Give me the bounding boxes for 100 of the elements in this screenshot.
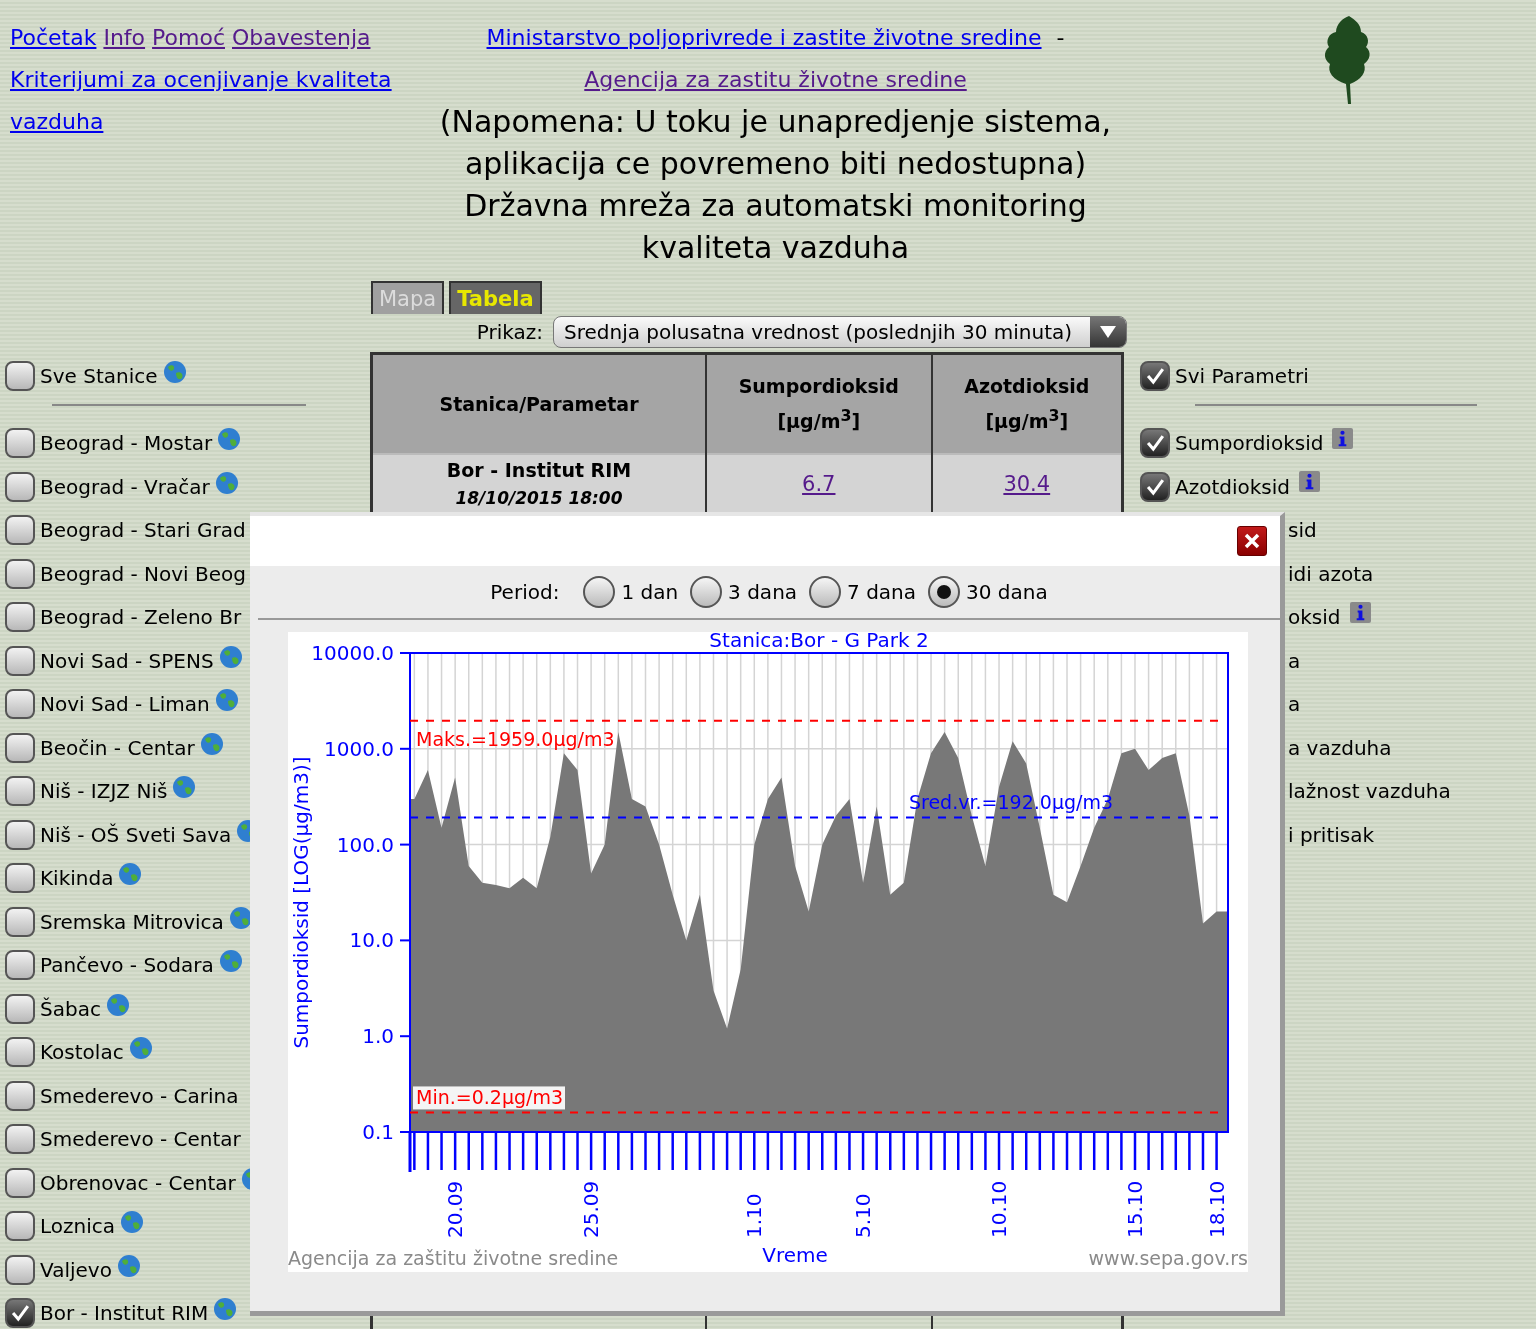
- radio-label: 3 dana: [728, 580, 798, 604]
- chart-title: Stanica:Bor - G Park 2: [709, 632, 929, 652]
- checkbox[interactable]: [5, 1167, 35, 1198]
- checkbox[interactable]: [1140, 428, 1170, 459]
- radio-label: 30 dana: [966, 580, 1048, 604]
- station-label: Sve Stanice: [40, 363, 158, 388]
- parameter-label: Azotdioksid: [1175, 474, 1290, 499]
- checkbox[interactable]: [5, 776, 35, 807]
- globe-icon[interactable]: [118, 862, 143, 887]
- checkbox[interactable]: [5, 471, 35, 502]
- display-label: Prikaz:: [476, 320, 543, 344]
- value-link[interactable]: 30.4: [1003, 472, 1051, 496]
- checkbox[interactable]: [5, 1298, 35, 1329]
- checkbox[interactable]: [5, 1254, 35, 1285]
- checkbox[interactable]: [5, 428, 35, 459]
- info-icon[interactable]: [1299, 471, 1320, 493]
- checkbox[interactable]: [5, 950, 35, 981]
- period-label: Period:: [490, 580, 560, 604]
- station-label: Beograd - Stari Grad: [40, 518, 246, 543]
- globe-icon[interactable]: [217, 427, 242, 452]
- reference-label: Sred.vr.=192.0μg/m3: [909, 791, 1114, 814]
- separator-text: -: [1056, 25, 1065, 50]
- globe-icon[interactable]: [199, 731, 224, 756]
- checkbox[interactable]: [5, 1037, 35, 1068]
- timestamp: 18/10/2015 18:00: [454, 487, 624, 510]
- checkbox[interactable]: [5, 689, 35, 720]
- radio-button[interactable]: [583, 576, 616, 608]
- globe-icon[interactable]: [214, 688, 239, 713]
- close-button[interactable]: [1237, 526, 1267, 556]
- checkbox[interactable]: [5, 360, 35, 391]
- parameter-label: a: [1288, 692, 1301, 717]
- station-label: Bor - Institut RIM: [40, 1301, 209, 1326]
- parameter-label: lažnost vazduha: [1288, 779, 1451, 804]
- station-label: Beočin - Centar: [40, 735, 195, 760]
- parameter-label: a vazduha: [1288, 735, 1392, 760]
- radio-label: 7 dana: [847, 580, 917, 604]
- y-tick-label: 1000.0: [324, 736, 394, 761]
- nav-link[interactable]: Kriterijumi za ocenjivanje kvaliteta vazduha: [10, 59, 398, 143]
- globe-icon[interactable]: [116, 1253, 141, 1278]
- globe-icon[interactable]: [214, 470, 239, 495]
- info-icon[interactable]: [1332, 427, 1354, 449]
- y-tick-label: 10.0: [349, 928, 394, 953]
- display-select[interactable]: Srednja polusatna vrednost (poslednjih 30 minuta): [553, 316, 1127, 348]
- globe-icon[interactable]: [228, 905, 253, 930]
- column-header: Stanica/Parametar: [371, 353, 706, 454]
- radio-button[interactable]: [809, 576, 842, 608]
- checkbox[interactable]: [5, 645, 35, 676]
- parameter-label: Sumpordioksid: [1175, 431, 1324, 456]
- checkbox[interactable]: [5, 863, 35, 894]
- checkbox[interactable]: [5, 515, 35, 546]
- website-text: www.sepa.gov.rs: [1088, 1247, 1248, 1269]
- globe-icon[interactable]: [218, 644, 243, 669]
- page-title: Državna mreža za automatski monitoring kvaliteta vazduha: [463, 187, 1088, 267]
- station-label: Valjevo: [40, 1257, 112, 1282]
- y-axis-label: Sumpordioksid [LOG(μg/m3)]: [289, 756, 313, 1049]
- parameter-label: i pritisak: [1288, 822, 1375, 847]
- globe-icon[interactable]: [218, 949, 243, 974]
- value-link[interactable]: 6.7: [802, 472, 836, 496]
- checkbox[interactable]: [5, 558, 35, 589]
- globe-icon[interactable]: [128, 1036, 153, 1061]
- nav-link[interactable]: Info: [103, 17, 146, 59]
- checkbox[interactable]: [5, 732, 35, 763]
- checkbox[interactable]: [5, 1080, 35, 1111]
- x-tick-label: 18.10: [1204, 1180, 1229, 1238]
- checkbox[interactable]: [5, 1124, 35, 1155]
- y-tick-label: 10000.0: [311, 641, 394, 665]
- reference-label: Maks.=1959.0μg/m3: [416, 727, 615, 750]
- station-label: Sremska Mitrovica: [40, 909, 224, 934]
- column-header: Sumpordioksid [μg/m$^{3}$]: [706, 353, 932, 454]
- checkbox[interactable]: [1140, 471, 1170, 502]
- nav-link[interactable]: Pomoć: [152, 17, 225, 59]
- checkbox[interactable]: [5, 906, 35, 937]
- nav-link[interactable]: Početak: [10, 17, 97, 59]
- globe-icon[interactable]: [213, 1297, 238, 1322]
- checkbox[interactable]: [5, 819, 35, 850]
- agency-link[interactable]: Agencija za zastitu životne sredine: [584, 67, 967, 92]
- radio-button[interactable]: [690, 576, 723, 608]
- globe-icon[interactable]: [120, 1210, 144, 1235]
- checkbox[interactable]: [5, 1211, 35, 1242]
- checkbox[interactable]: [5, 602, 35, 633]
- caret-icon[interactable]: [1090, 317, 1126, 347]
- notice-text: (Napomena: U toku je unapredjenje sistema, aplikacija ce povremeno biti nedostupna): [438, 103, 1113, 183]
- info-icon[interactable]: [1349, 601, 1371, 623]
- radio-label: 1 dan: [621, 580, 679, 604]
- station-name: Bor - Institut RIM: [445, 458, 633, 483]
- checkbox[interactable]: [5, 993, 35, 1024]
- station-label: Beograd - Mostar: [40, 431, 213, 456]
- station-label: Smederevo - Centar: [40, 1127, 241, 1152]
- globe-icon[interactable]: [105, 992, 130, 1017]
- checkbox[interactable]: [1140, 360, 1170, 391]
- y-tick-label: 100.0: [336, 832, 394, 857]
- radio-button[interactable]: [928, 576, 961, 608]
- globe-icon[interactable]: [172, 775, 197, 800]
- station-label: Beograd - Zeleno Br: [40, 605, 242, 630]
- station-label: Kikinda: [40, 866, 114, 891]
- globe-icon[interactable]: [162, 359, 187, 384]
- nav-link[interactable]: Obavestenja: [232, 17, 371, 59]
- tab[interactable]: Tabela: [449, 281, 542, 314]
- ministry-link[interactable]: Ministarstvo poljoprivrede i zastite životne sredine: [486, 25, 1042, 50]
- station-label: Obrenovac - Centar: [40, 1170, 236, 1195]
